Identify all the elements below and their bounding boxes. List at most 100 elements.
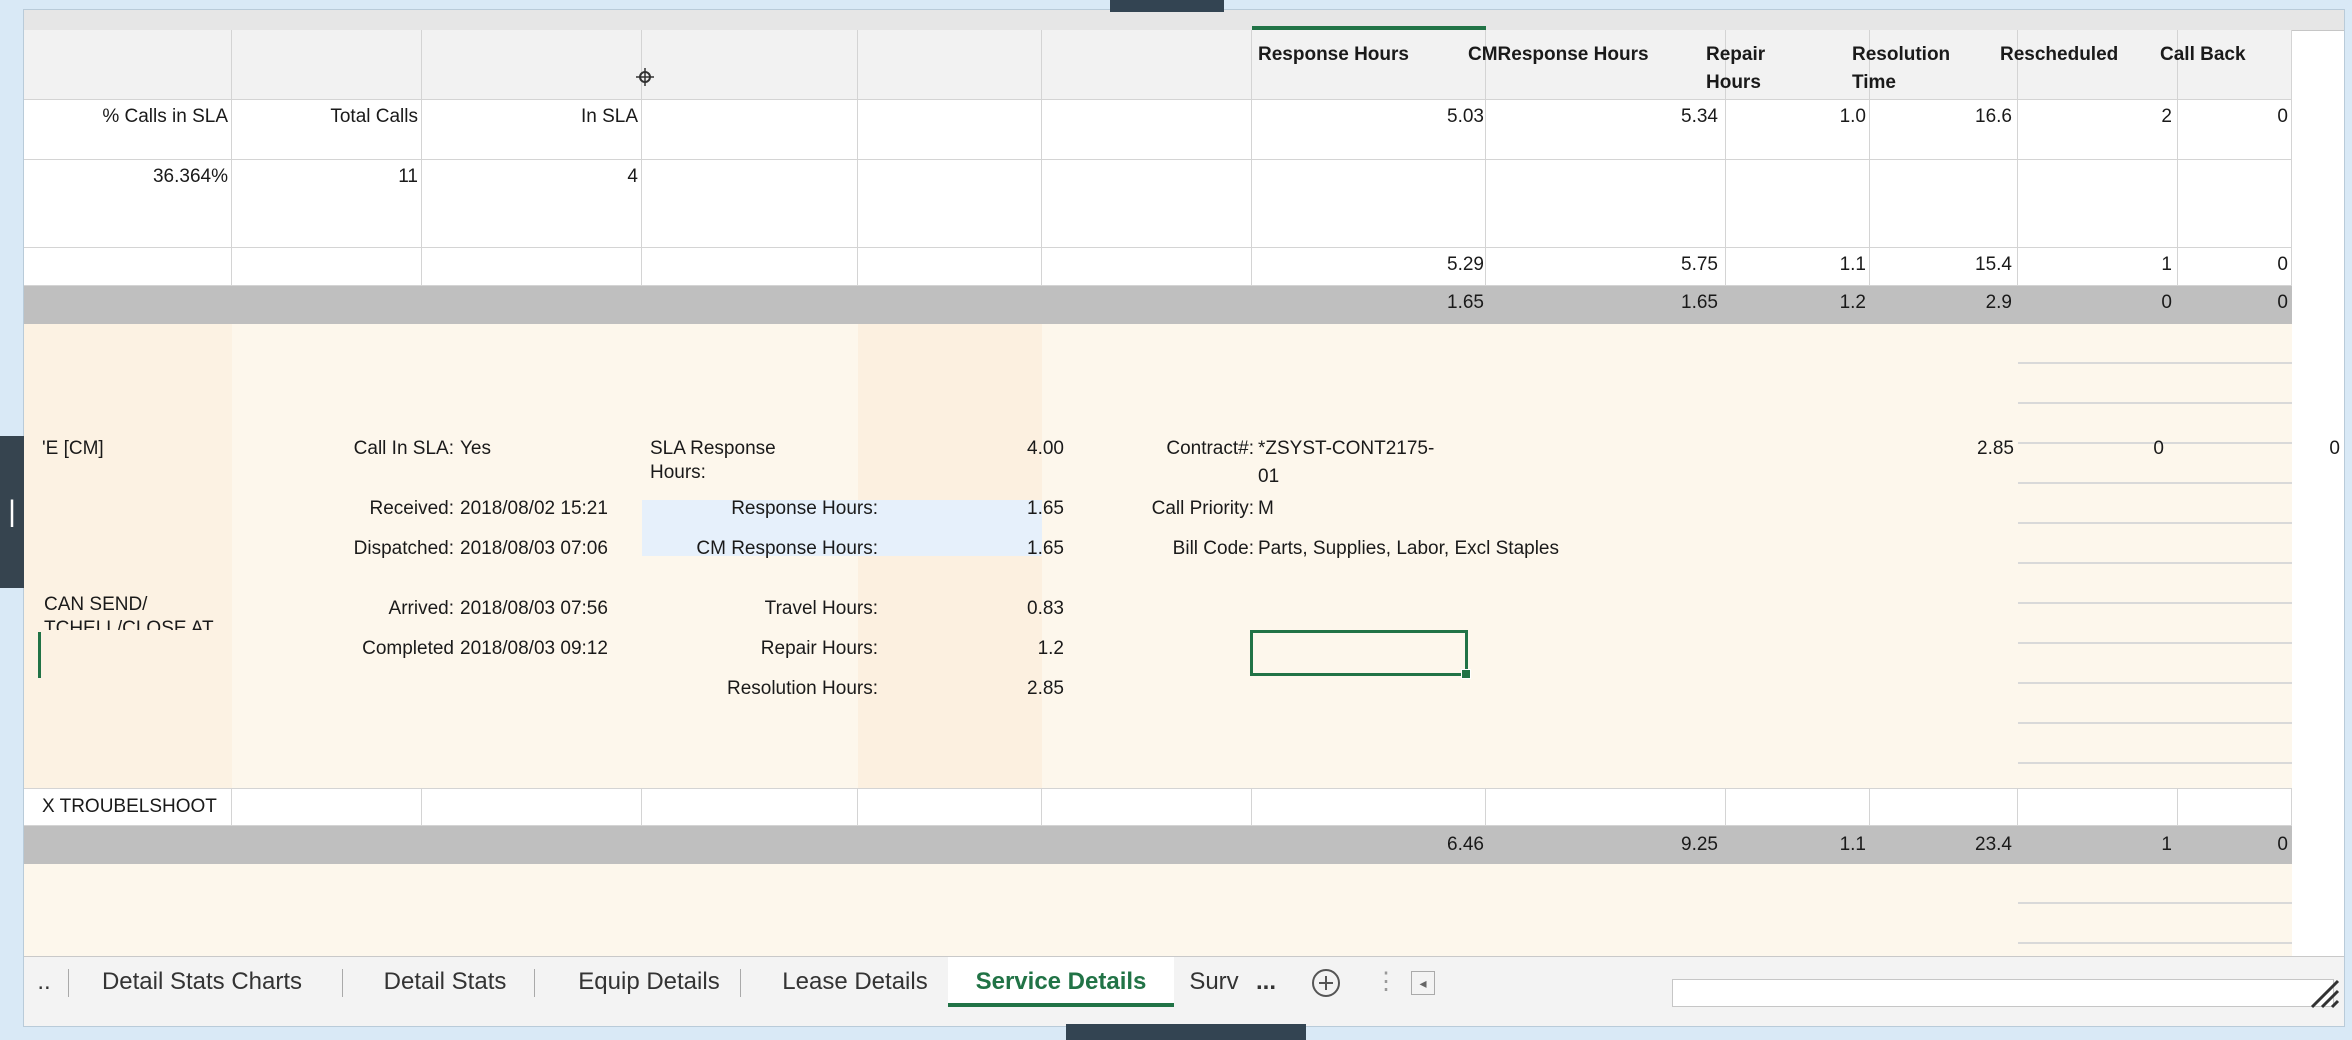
cell[interactable]: [24, 30, 232, 100]
cell[interactable]: [1726, 160, 1870, 248]
cell[interactable]: [1042, 248, 1252, 286]
cell[interactable]: [1042, 30, 1252, 100]
cell[interactable]: [2018, 788, 2178, 826]
cell[interactable]: [422, 30, 642, 100]
cell[interactable]: [858, 160, 1042, 248]
cell[interactable]: [642, 30, 858, 100]
service-note-clip: TCHELL/CLOSE AT: [44, 618, 234, 630]
column-header-bar: [24, 10, 2344, 31]
value-repair: 1.1: [1839, 834, 1866, 855]
header-repair-hours-line2: Hours: [1706, 72, 1761, 93]
cell[interactable]: [2178, 248, 2292, 286]
service-note: CAN SEND/: [44, 594, 148, 615]
cell[interactable]: [1726, 788, 1870, 826]
horizontal-scrollbar[interactable]: [1672, 979, 2334, 1007]
value-resolution: 15.4: [1975, 254, 2012, 275]
cell[interactable]: [24, 248, 232, 286]
value-call-back: 0: [2277, 254, 2288, 275]
resize-grip-icon[interactable]: [2306, 975, 2340, 1009]
cell[interactable]: [858, 100, 1042, 160]
cell[interactable]: [232, 788, 422, 826]
scroll-left-button[interactable]: ◂: [1408, 957, 1438, 1007]
value-repair: 1.1: [1839, 254, 1866, 275]
cell[interactable]: [2178, 100, 2292, 160]
troubleshoot-row: X TROUBELSHOOT: [24, 788, 2292, 826]
header-repair-hours: Repair: [1706, 44, 1766, 65]
cell[interactable]: [232, 248, 422, 286]
add-sheet-icon[interactable]: [1308, 957, 1344, 1007]
value-in-sla: 4: [627, 166, 638, 187]
header-resolution-time-line2: Time: [1852, 72, 1897, 93]
cell[interactable]: [1042, 100, 1252, 160]
resolution-hours-value: 2.85: [1027, 678, 1064, 699]
tab-lease-details[interactable]: Lease Details: [746, 957, 964, 1007]
call-type-partial: 'E [CM]: [42, 438, 104, 459]
tabs-scroll-right-more[interactable]: ...: [1248, 957, 1284, 1007]
cell[interactable]: [858, 248, 1042, 286]
move-cursor-icon: [636, 68, 654, 86]
call-in-sla-value: Yes: [460, 438, 491, 459]
cell[interactable]: [2178, 160, 2292, 248]
value-repair: 1.2: [1839, 292, 1866, 313]
cell[interactable]: [1252, 788, 1486, 826]
value-resolution: 16.6: [1975, 106, 2012, 127]
label-pct-calls-in-sla: % Calls in SLA: [102, 106, 228, 127]
cell[interactable]: [1870, 160, 2018, 248]
resolution-total: 2.85: [1977, 438, 2014, 459]
detail-block: [24, 324, 2292, 798]
sla-response-value: 4.00: [1027, 438, 1064, 459]
cell[interactable]: [2018, 100, 2178, 160]
header-cm-response-hours: CMResponse Hours: [1468, 44, 1649, 65]
repair-hours-value: 1.2: [1037, 638, 1064, 659]
completed-value: 2018/08/03 09:12: [460, 638, 608, 659]
value-response: 5.03: [1447, 106, 1484, 127]
value-cm-response: 1.65: [1681, 292, 1718, 313]
cell[interactable]: [1870, 788, 2018, 826]
cell[interactable]: [1486, 160, 1726, 248]
tab-detail-stats[interactable]: Detail Stats: [348, 957, 542, 1007]
received-value: 2018/08/02 15:21: [460, 498, 608, 519]
value-repair: 1.0: [1839, 106, 1866, 127]
completed-label: Completed: [362, 638, 454, 659]
tab-detail-stats-charts[interactable]: Detail Stats Charts: [74, 957, 330, 1007]
cell[interactable]: [232, 30, 422, 100]
cell[interactable]: [642, 788, 858, 826]
cell[interactable]: [1486, 788, 1726, 826]
value-call-back: 0: [2277, 834, 2288, 855]
value-rescheduled: 1: [2161, 834, 2172, 855]
cell[interactable]: [642, 160, 858, 248]
gray-subtotal-row: 1.65 1.65 1.2 2.9 0 0: [24, 286, 2292, 324]
sheet-tab-bar: .. Detail Stats Charts Detail Stats Equi…: [24, 956, 2344, 1026]
totals-row: 5.29 5.75 1.1 15.4 1 0: [24, 248, 2292, 286]
cell[interactable]: [858, 788, 1042, 826]
cell[interactable]: [2018, 248, 2178, 286]
tabs-scroll-left-more[interactable]: ..: [24, 957, 64, 1007]
cell[interactable]: [1252, 160, 1486, 248]
header-response-hours: Response Hours: [1258, 44, 1409, 65]
cell[interactable]: [2018, 160, 2178, 248]
tabs-menu-icon[interactable]: ⋮: [1374, 957, 1398, 1007]
value-cm-response: 9.25: [1681, 834, 1718, 855]
contract-value: *ZSYST-CONT2175-: [1258, 438, 1435, 459]
rescheduled-value: 0: [2153, 438, 2164, 459]
header-row: Response Hours CMResponse Hours Repair H…: [24, 30, 2292, 101]
service-note-line2: TCHELL/CLOSE AT: [44, 618, 214, 630]
selected-cell[interactable]: [1250, 630, 1471, 679]
cell[interactable]: [1042, 788, 1252, 826]
received-label: Received:: [369, 498, 455, 519]
arrived-label: Arrived:: [388, 598, 454, 619]
tab-service-details[interactable]: Service Details: [948, 957, 1174, 1007]
cell[interactable]: [858, 30, 1042, 100]
cell[interactable]: [642, 100, 858, 160]
cell[interactable]: [642, 248, 858, 286]
cell[interactable]: [1042, 160, 1252, 248]
cell[interactable]: [232, 160, 422, 248]
repair-hours-label: Repair Hours:: [760, 638, 878, 659]
travel-hours-label: Travel Hours:: [764, 598, 878, 619]
tab-surv[interactable]: Surv: [1174, 957, 1254, 1007]
cell[interactable]: [422, 788, 642, 826]
cell[interactable]: [2178, 788, 2292, 826]
cell[interactable]: [422, 248, 642, 286]
tab-equip-details[interactable]: Equip Details: [540, 957, 758, 1007]
cell[interactable]: [422, 160, 642, 248]
